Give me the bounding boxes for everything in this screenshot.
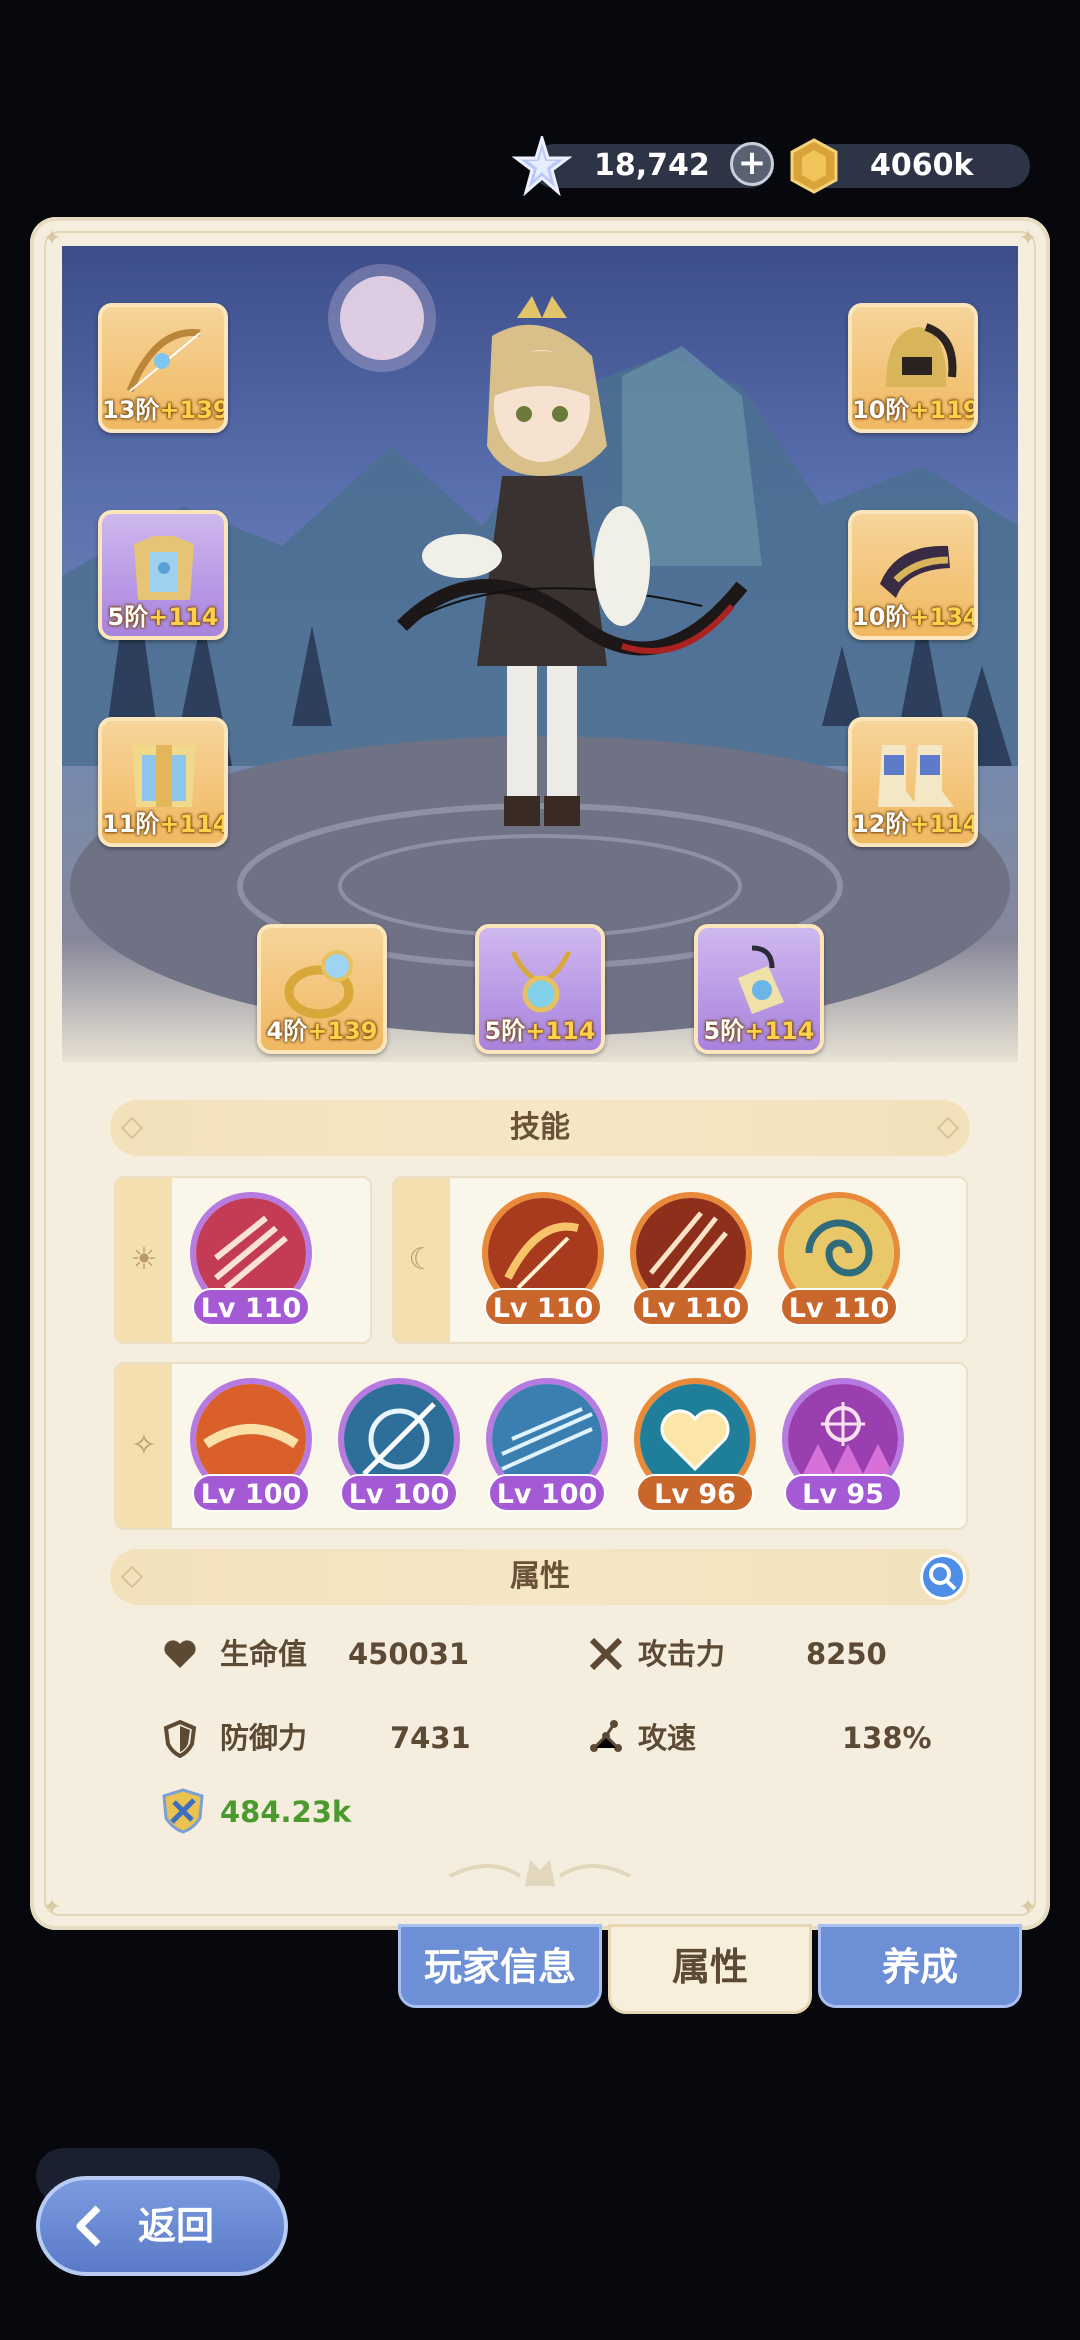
combat-power-icon	[162, 1788, 204, 1834]
back-label: 返回	[138, 2204, 215, 2248]
defense-value: 7431	[390, 1721, 471, 1755]
skill-level: Lv 110	[632, 1288, 750, 1326]
skill-star-2[interactable]: Lv 100	[334, 1374, 464, 1514]
gear-tier: 12阶	[852, 810, 910, 838]
gear-slot-ring[interactable]: 4阶+139	[257, 924, 387, 1054]
gear-bonus: +114	[148, 603, 219, 631]
gear-bonus: +119	[909, 396, 978, 424]
attack-speed-value: 138%	[842, 1721, 932, 1755]
gear-slot-bow[interactable]: 13阶+139	[98, 303, 228, 433]
hp-value: 450031	[348, 1637, 470, 1671]
skill-night-1[interactable]: Lv 110	[478, 1188, 608, 1328]
attr-defense: 防御力 7431	[160, 1716, 480, 1760]
gear-tier: 4阶	[266, 1017, 308, 1045]
skill-group-night: ☾ Lv 110 Lv 110 Lv 110	[392, 1176, 968, 1344]
gem-star-icon	[512, 136, 572, 196]
moon-icon: ☾	[394, 1178, 450, 1342]
back-arrow-icon	[76, 2205, 101, 2247]
gold-counter: 4060k	[790, 138, 1030, 194]
attack-speed-label: 攻速	[638, 1721, 697, 1755]
gear-tier: 10阶	[852, 396, 910, 424]
corner-ornament-icon: ✦	[1018, 226, 1038, 251]
back-button[interactable]: 返回	[36, 2176, 288, 2276]
skill-level: Lv 95	[784, 1474, 902, 1512]
gem-counter: 18,742 +	[512, 136, 774, 196]
gear-slot-boots[interactable]: 12阶+114	[848, 717, 978, 847]
attr-attack-speed: 攻速 138%	[586, 1716, 932, 1760]
search-icon	[929, 1563, 957, 1591]
skill-level: Lv 110	[780, 1288, 898, 1326]
skill-star-4[interactable]: Lv 96	[630, 1374, 760, 1514]
skill-group-day: ☀ Lv 110	[114, 1176, 372, 1344]
gear-slot-helmet[interactable]: 10阶+119	[848, 303, 978, 433]
skill-level: Lv 96	[636, 1474, 754, 1512]
skills-header: 技能	[110, 1100, 970, 1156]
sun-icon: ☀	[116, 1178, 172, 1342]
skill-group-star: ✧ Lv 100 Lv 100 Lv 100 Lv 96 Lv 95	[114, 1362, 968, 1530]
skill-level: Lv 100	[340, 1474, 458, 1512]
attack-speed-icon	[590, 1720, 622, 1752]
gold-amount: 4060k	[870, 148, 974, 183]
gear-bonus: +134	[909, 603, 978, 631]
tab-development[interactable]: 养成	[818, 1924, 1022, 2008]
bottom-ornament-icon	[449, 1860, 631, 1886]
attr-attack: 攻击力 8250	[586, 1632, 916, 1676]
skill-star-5[interactable]: Lv 95	[778, 1374, 908, 1514]
gear-bonus: +114	[744, 1017, 815, 1045]
gear-slot-necklace[interactable]: 5阶+114	[475, 924, 605, 1054]
gear-tier: 5阶	[484, 1017, 526, 1045]
gear-slot-gloves[interactable]: 10阶+134	[848, 510, 978, 640]
gear-bonus: +114	[525, 1017, 596, 1045]
skill-level: Lv 110	[192, 1288, 310, 1326]
attr-hp: 生命值 450031	[160, 1632, 480, 1676]
gear-bonus: +139	[307, 1017, 378, 1045]
gear-bonus: +139	[159, 396, 228, 424]
defense-label: 防御力	[220, 1721, 308, 1755]
skill-level: Lv 100	[488, 1474, 606, 1512]
gear-tier: 13阶	[102, 396, 160, 424]
crossed-swords-icon	[589, 1637, 623, 1671]
gold-coin-icon	[790, 138, 838, 194]
skill-night-2[interactable]: Lv 110	[626, 1188, 756, 1328]
skill-level: Lv 110	[484, 1288, 602, 1326]
gear-bonus: +114	[909, 810, 978, 838]
gear-tier: 11阶	[102, 810, 160, 838]
gear-bonus: +114	[159, 810, 228, 838]
gear-tier: 10阶	[852, 603, 910, 631]
attr-combat-power: 484.23k	[160, 1788, 480, 1834]
corner-ornament-icon: ✦	[42, 226, 62, 251]
attribute-detail-button[interactable]	[920, 1554, 966, 1600]
gem-amount: 18,742	[594, 148, 710, 183]
heart-icon	[164, 1640, 196, 1668]
add-gems-button[interactable]: +	[730, 142, 774, 186]
tab-player-info[interactable]: 玩家信息	[398, 1924, 602, 2008]
skill-level: Lv 100	[192, 1474, 310, 1512]
attributes-header: 属性	[110, 1549, 970, 1605]
gear-slot-belt[interactable]: 11阶+114	[98, 717, 228, 847]
tab-attributes[interactable]: 属性	[608, 1924, 812, 2014]
skill-day-1[interactable]: Lv 110	[186, 1188, 316, 1328]
gear-slot-armor[interactable]: 5阶+114	[98, 510, 228, 640]
attributes-title: 属性	[510, 1559, 570, 1594]
skill-star-3[interactable]: Lv 100	[482, 1374, 612, 1514]
shield-icon	[163, 1719, 197, 1758]
combat-power-value: 484.23k	[220, 1795, 352, 1829]
sparkle-icon: ✧	[116, 1364, 172, 1528]
corner-ornament-icon: ✦	[42, 1895, 62, 1920]
attack-label: 攻击力	[638, 1637, 726, 1671]
skill-star-1[interactable]: Lv 100	[186, 1374, 316, 1514]
hp-label: 生命值	[220, 1637, 308, 1671]
attack-value: 8250	[806, 1637, 887, 1671]
corner-ornament-icon: ✦	[1018, 1895, 1038, 1920]
gear-slot-amulet[interactable]: 5阶+114	[694, 924, 824, 1054]
skills-title: 技能	[510, 1110, 570, 1145]
gear-tier: 5阶	[703, 1017, 745, 1045]
skill-night-3[interactable]: Lv 110	[774, 1188, 904, 1328]
gear-tier: 5阶	[107, 603, 149, 631]
